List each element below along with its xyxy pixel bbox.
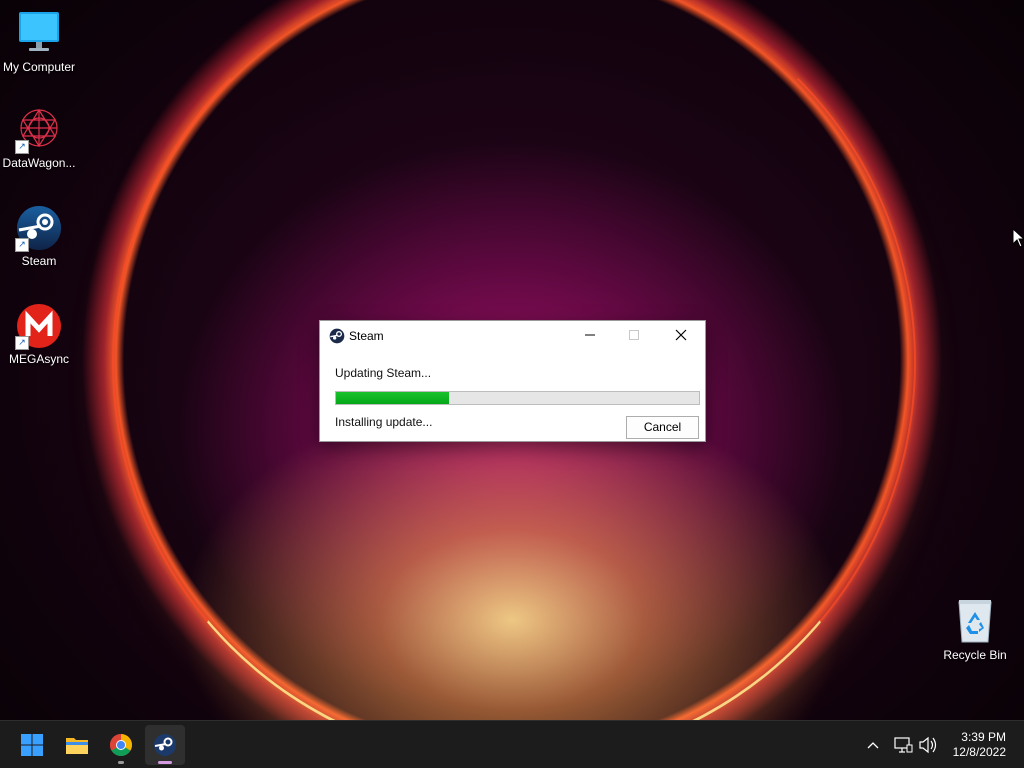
show-hidden-icons-button[interactable] bbox=[866, 721, 886, 769]
clock-date: 12/8/2022 bbox=[952, 745, 1006, 759]
volume-button[interactable] bbox=[918, 721, 940, 769]
close-icon bbox=[675, 329, 687, 341]
clock-time: 3:39 PM bbox=[961, 730, 1006, 744]
desktop-icon-label: Steam bbox=[21, 254, 57, 268]
file-explorer-button[interactable] bbox=[57, 725, 97, 765]
update-detail-text: Installing update... bbox=[335, 415, 433, 429]
shortcut-arrow-icon: ↗ bbox=[15, 140, 29, 154]
chrome-button[interactable] bbox=[101, 725, 141, 765]
speaker-icon bbox=[919, 736, 937, 754]
network-button[interactable] bbox=[893, 721, 915, 769]
clock-button[interactable]: 3:39 PM 12/8/2022 bbox=[953, 730, 1006, 760]
desktop-icon-label: My Computer bbox=[2, 60, 76, 74]
minimize-button[interactable] bbox=[568, 321, 612, 351]
desktop-icon-megasync[interactable]: ↗ MEGAsync bbox=[0, 302, 79, 366]
recycle-bin-icon bbox=[951, 598, 999, 646]
desktop-icon-recycle-bin[interactable]: Recycle Bin bbox=[935, 598, 1015, 662]
mega-icon: ↗ bbox=[15, 302, 63, 350]
minimize-icon bbox=[585, 334, 595, 336]
maximize-icon bbox=[629, 330, 639, 340]
update-status-text: Updating Steam... bbox=[335, 366, 432, 380]
chrome-icon bbox=[109, 733, 133, 762]
desktop-icon-steam[interactable]: ↗ Steam bbox=[0, 204, 79, 268]
dialog-title: Steam bbox=[349, 329, 384, 343]
close-button[interactable] bbox=[659, 321, 703, 351]
start-button[interactable] bbox=[12, 725, 52, 765]
network-icon bbox=[894, 737, 913, 753]
desktop-background: My Computer ↗ DataWagon... ↗ Steam ↗ MEG… bbox=[0, 0, 1024, 720]
cancel-button[interactable]: Cancel bbox=[626, 416, 699, 439]
monitor-icon bbox=[15, 10, 63, 58]
steam-icon: ↗ bbox=[15, 204, 63, 252]
dialog-titlebar[interactable]: Steam bbox=[320, 321, 705, 351]
file-explorer-icon bbox=[65, 733, 89, 762]
running-indicator bbox=[118, 761, 124, 764]
update-progress-fill bbox=[336, 392, 449, 404]
shortcut-arrow-icon: ↗ bbox=[15, 336, 29, 350]
steam-icon bbox=[329, 328, 345, 349]
desktop-icon-label: Recycle Bin bbox=[943, 648, 1007, 662]
shortcut-arrow-icon: ↗ bbox=[15, 238, 29, 252]
active-indicator bbox=[158, 761, 172, 764]
desktop-icon-my-computer[interactable]: My Computer bbox=[0, 10, 79, 74]
desktop-icon-datawagon[interactable]: ↗ DataWagon... bbox=[0, 106, 79, 170]
datawagon-icon: ↗ bbox=[15, 106, 63, 154]
steam-update-dialog: Steam Updating Steam... Installing updat… bbox=[319, 320, 706, 442]
update-progress-bar bbox=[335, 391, 700, 405]
desktop-icon-label: DataWagon... bbox=[2, 156, 76, 170]
maximize-button bbox=[612, 321, 656, 351]
desktop-icon-label: MEGAsync bbox=[8, 352, 69, 366]
mouse-cursor-icon bbox=[1012, 227, 1024, 253]
steam-icon bbox=[153, 733, 177, 762]
chevron-up-icon bbox=[867, 742, 879, 749]
taskbar: 3:39 PM 12/8/2022 bbox=[0, 720, 1024, 768]
steam-taskbar-button[interactable] bbox=[145, 725, 185, 765]
start-icon bbox=[20, 733, 44, 762]
